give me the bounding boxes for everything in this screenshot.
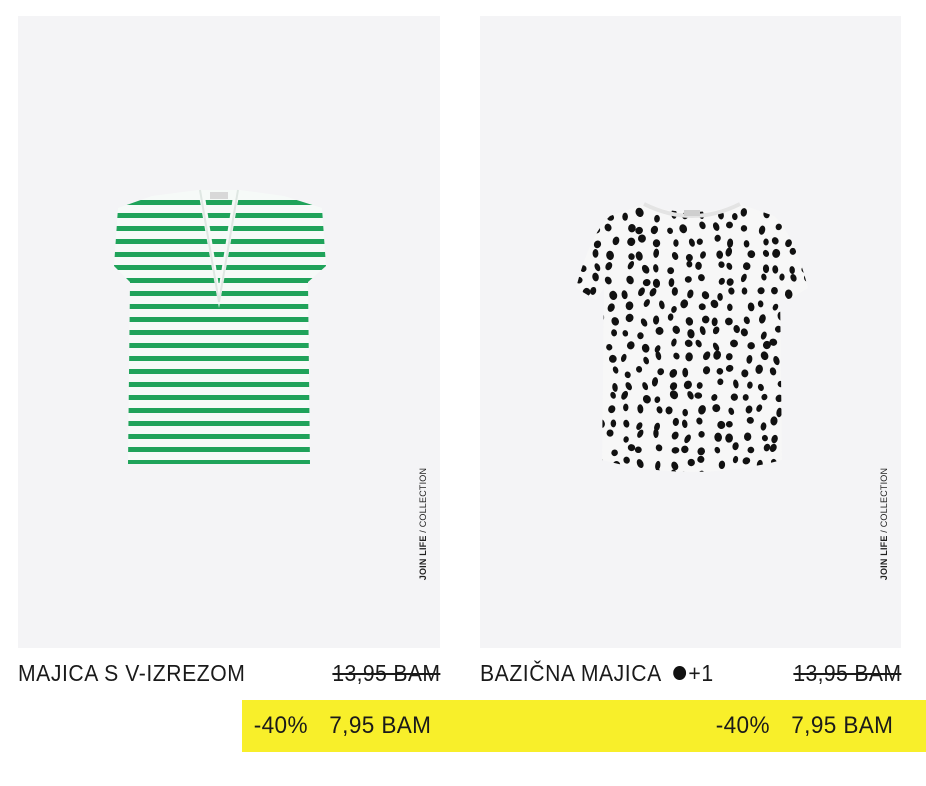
original-price: 13,95 BAM [332,660,440,686]
striped-vneck-tshirt-image [114,189,326,464]
more-colors-count[interactable]: +1 [688,660,713,686]
product-name-text: BAZIČNA MAJICA [480,660,662,686]
original-price: 13,95 BAM [793,660,901,686]
product-image[interactable]: JOIN LIFE / COLLECTION [18,16,440,648]
sale-price: 7,95 BAM [790,712,893,739]
product-name[interactable]: MAJICA S V-IZREZOM [18,660,245,687]
join-life-badge: JOIN LIFE / COLLECTION [418,467,428,581]
sale-price-badge: -40% 7,95 BAM [704,700,926,752]
join-life-badge: JOIN LIFE / COLLECTION [879,467,889,581]
discount-percent: -40% [715,712,770,739]
discount-percent: -40% [253,712,308,739]
color-swatch-black[interactable] [672,665,686,680]
product-card-v-neck[interactable]: JOIN LIFE / COLLECTION MAJICA S V-IZREZO… [18,16,440,694]
product-name[interactable]: BAZIČNA MAJICA +1 [480,660,714,687]
product-image[interactable]: JOIN LIFE / COLLECTION [480,16,901,648]
dotted-tshirt-image [576,202,808,472]
sale-price: 7,95 BAM [328,712,431,739]
product-card-basic-tee[interactable]: JOIN LIFE / COLLECTION BAZIČNA MAJICA +1 … [480,16,901,694]
